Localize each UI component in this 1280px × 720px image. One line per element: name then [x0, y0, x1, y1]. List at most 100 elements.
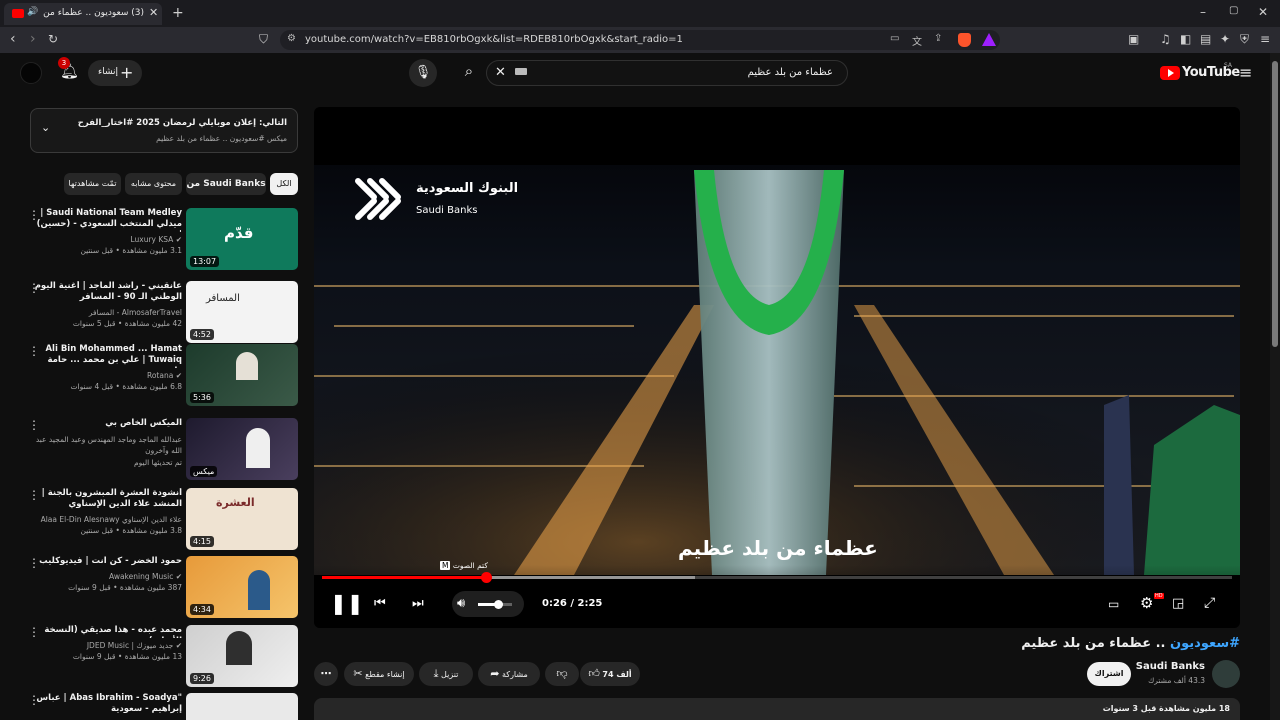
more-actions-icon[interactable]: ⋮	[28, 208, 40, 222]
video-thumbnail[interactable]: قدّم 13:07	[186, 208, 298, 270]
more-actions-icon[interactable]: ⋮	[28, 344, 40, 358]
dislike-button[interactable]: 👎︎	[545, 662, 579, 686]
hashtag-link[interactable]: #سعوديون	[1170, 636, 1240, 651]
fullscreen-icon[interactable]: ⤢	[1204, 596, 1215, 610]
previous-icon[interactable]: ⏮︎	[374, 597, 386, 610]
close-window-icon[interactable]: ✕	[1258, 6, 1268, 18]
channel-label: Awakening Music	[109, 572, 174, 581]
recommendation-item[interactable]: "Abas Ibrahim - Soadya | عباس إبراهيم - …	[28, 693, 298, 720]
download-button[interactable]: ⤓ تنزيل	[419, 662, 473, 686]
like-button[interactable]: 👍︎ 74 ألف	[580, 662, 640, 686]
back-icon[interactable]: ‹	[10, 32, 16, 46]
video-thumbnail[interactable]	[186, 693, 298, 720]
avatar[interactable]	[20, 62, 42, 84]
volume-icon[interactable]: 🔊︎	[457, 596, 465, 611]
search-input[interactable]: عظماء من بلد عظيم ✕	[486, 60, 848, 86]
menu-icon[interactable]: ≡	[1260, 33, 1270, 45]
browser-tab[interactable]: 🔊 (3) سعوديون .. عظماء من بلد ✕	[4, 3, 162, 25]
shields-icon[interactable]	[958, 33, 971, 47]
video-meta: 6.8 مليون مشاهدة • قبل 4 سنوات	[70, 382, 182, 391]
miniplayer-icon[interactable]: ◲	[1172, 597, 1184, 610]
maximize-window-icon[interactable]: ▢	[1229, 6, 1238, 16]
rewards-icon[interactable]	[982, 33, 996, 46]
scissors-icon: ✂	[353, 667, 363, 680]
channel-name: علاء الدين الإسناوي Alaa El-Din Alesnawy	[40, 515, 182, 524]
video-thumbnail[interactable]: 5:36	[186, 344, 298, 406]
recommendation-item[interactable]: المسافر 4:52 عانقيني - راشد الماجد | أغن…	[28, 281, 298, 345]
site-info-icon[interactable]: ⚙	[287, 33, 296, 44]
reading-icon[interactable]: ◧	[1180, 33, 1191, 45]
channel-avatar[interactable]	[1212, 660, 1240, 688]
video-title: #سعوديون .. عظماء من بلد عظيم	[1021, 636, 1240, 651]
channel-name[interactable]: Saudi Banks	[1136, 661, 1205, 672]
next-icon[interactable]: ⏭︎	[412, 597, 424, 610]
address-bar[interactable]: ⚙ youtube.com/watch?v=EB810rbOgxk&list=R…	[280, 30, 1000, 50]
share-page-icon[interactable]: ⇪	[934, 33, 942, 44]
recommendation-item[interactable]: ميكس الميكس الخاص بي عبدالله الماجد وماج…	[28, 418, 298, 482]
more-actions-icon[interactable]: ⋮	[28, 281, 40, 295]
more-actions-icon[interactable]: ⋮	[28, 556, 40, 570]
video-title: Ali Bin Mohammed ... Hamat Tuwaiq | علي …	[45, 344, 182, 368]
more-actions-icon[interactable]: ⋮	[28, 625, 40, 639]
recommendation-item[interactable]: قدّم 13:07 Saudi National Team Medley | …	[28, 208, 298, 272]
mute-key-badge: M	[440, 561, 451, 570]
share-button[interactable]: ➦ مشاركة	[478, 662, 540, 686]
chip-related[interactable]: محتوى مشابه	[125, 173, 182, 195]
clip-button[interactable]: ✂ إنشاء مقطع	[344, 662, 414, 686]
bookmark-icon[interactable]: ⛉	[259, 33, 268, 45]
chip-watched[interactable]: تمّت مشاهدتها	[64, 173, 121, 195]
browser-toolbar: ‹ › ↻ ⛉ ⚙ youtube.com/watch?v=EB810rbOgx…	[0, 27, 1280, 53]
volume-slider[interactable]	[478, 600, 512, 609]
more-actions-icon[interactable]: ⋮	[28, 418, 40, 432]
subscribe-button[interactable]: اشتراك	[1087, 662, 1131, 686]
settings-gear-icon[interactable]: ⚙	[1140, 596, 1153, 611]
youtube-logo[interactable]: YouTube SA	[1160, 62, 1240, 84]
recommendation-item[interactable]: 5:36 Ali Bin Mohammed ... Hamat Tuwaiq |…	[28, 344, 298, 408]
sidebar-icon[interactable]: ▣	[1128, 33, 1139, 45]
playlist-panel[interactable]: التالي: إعلان موبايلي لرمضان 2025 #اختار…	[30, 108, 298, 153]
new-tab-icon[interactable]: +	[172, 6, 184, 20]
page-scrollbar[interactable]	[1270, 53, 1280, 720]
thumbnail-art	[236, 352, 258, 380]
close-tab-icon[interactable]: ✕	[149, 6, 158, 19]
forward-icon[interactable]: ›	[30, 32, 36, 46]
volume-handle[interactable]	[494, 600, 504, 609]
progress-bar[interactable]	[322, 572, 1232, 583]
video-thumbnail[interactable]: 4:34	[186, 556, 298, 618]
recommendation-item[interactable]: العشرة 4:15 أنشودة العشرة المبشرون بالجن…	[28, 488, 298, 552]
description-box[interactable]: 18 مليون مشاهدة قبل 3 سنوات	[314, 698, 1240, 720]
video-thumbnail[interactable]: 9:26	[186, 625, 298, 687]
recommendation-item[interactable]: 9:26 محمد عبده - هذا صديقي (النسخة الأصل…	[28, 625, 298, 689]
chevron-down-icon[interactable]: ⌄	[41, 121, 50, 134]
video-thumbnail[interactable]: المسافر 4:52	[186, 281, 298, 343]
chip-from-channel[interactable]: من Saudi Banks	[186, 173, 266, 195]
chip-all[interactable]: الكل	[270, 173, 298, 195]
voice-search-icon[interactable]: 🎙︎	[409, 59, 437, 87]
speaker-icon[interactable]: 🔊	[27, 7, 38, 17]
recommendation-item[interactable]: 4:34 حمود الخضر - كن انت | فيديوكليب ✔ A…	[28, 556, 298, 620]
more-actions-icon[interactable]: ⋮	[28, 693, 40, 707]
clear-search-icon[interactable]: ✕	[495, 65, 506, 80]
guide-menu-icon[interactable]: ≡	[1239, 63, 1252, 82]
reload-icon[interactable]: ↻	[48, 33, 58, 45]
more-actions-icon[interactable]: ⋮	[28, 488, 40, 502]
cast-icon[interactable]: ▭	[890, 33, 899, 44]
minimize-window-icon[interactable]: –	[1200, 6, 1206, 18]
scrubber-handle[interactable]	[480, 572, 492, 583]
create-button[interactable]: إنشاء +	[88, 60, 142, 86]
video-thumbnail[interactable]: ميكس	[186, 418, 298, 480]
wallet-icon[interactable]: ▤	[1200, 33, 1211, 45]
more-actions-button[interactable]: ⋯	[314, 662, 338, 686]
video-player[interactable]: البنوك السعودية Saudi Banks عظماء من بلد…	[314, 107, 1240, 628]
media-icon[interactable]: ♫	[1160, 33, 1171, 45]
translate-icon[interactable]: 文	[912, 33, 922, 48]
pause-icon[interactable]: ❚❚	[330, 593, 364, 613]
search-icon[interactable]: ⌕	[457, 62, 481, 84]
leo-icon[interactable]: ✦	[1220, 33, 1230, 45]
vpn-icon[interactable]: ⛨	[1240, 33, 1249, 45]
subtitles-icon[interactable]: ▭	[1108, 598, 1119, 610]
keyboard-icon[interactable]	[515, 68, 527, 75]
video-thumbnail[interactable]: العشرة 4:15	[186, 488, 298, 550]
volume-control[interactable]: 🔊︎	[452, 591, 524, 617]
scrollbar-thumb[interactable]	[1272, 61, 1278, 347]
